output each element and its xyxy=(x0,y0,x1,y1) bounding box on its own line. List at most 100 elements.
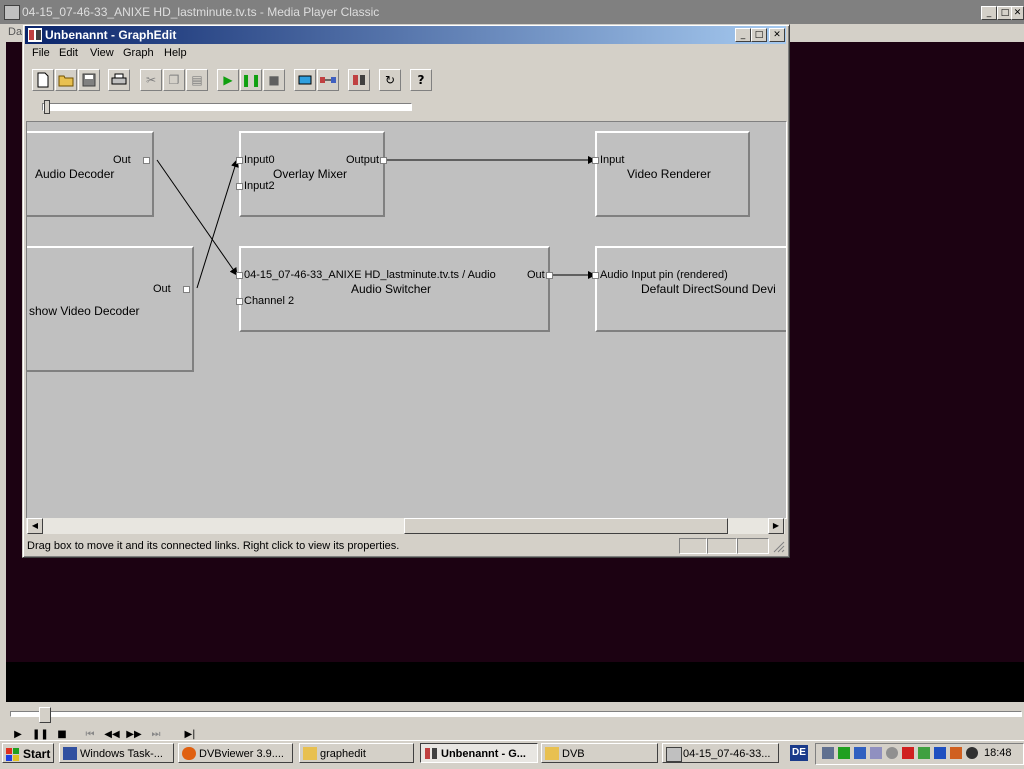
help-icon[interactable]: ? xyxy=(410,69,432,91)
scrollbar-thumb[interactable] xyxy=(404,518,728,534)
pin-label: Input0 xyxy=(244,154,275,166)
taskbar-label: Unbenannt - G... xyxy=(441,748,526,760)
maximize-icon[interactable]: □ xyxy=(751,28,767,42)
stop-icon[interactable]: ■ xyxy=(263,69,285,91)
filter-video-decoder[interactable]: show Video Decoder Out xyxy=(27,246,194,372)
close-icon[interactable]: ✕ xyxy=(769,28,785,42)
mpc-title-bar[interactable]: 04-15_07-46-33_ANIXE HD_lastminute.tv.ts… xyxy=(0,0,1024,24)
video-area-lower xyxy=(6,662,1024,702)
filter-name: Audio Decoder xyxy=(35,167,115,181)
tray-clock-icon[interactable] xyxy=(966,747,978,759)
minimize-icon[interactable]: _ xyxy=(735,28,751,42)
filter-video-renderer[interactable]: Input Video Renderer xyxy=(592,131,750,217)
taskbar-dvb-folder[interactable]: DVB xyxy=(541,743,658,763)
output-pin[interactable] xyxy=(183,286,190,293)
seek-bar[interactable] xyxy=(10,711,1022,717)
print-icon[interactable] xyxy=(108,69,130,91)
filter-name: Default DirectSound Devi xyxy=(641,282,776,296)
menu-graph[interactable]: Graph xyxy=(123,47,154,59)
new-icon[interactable] xyxy=(32,69,54,91)
input-pin[interactable] xyxy=(236,183,243,190)
seek-slider[interactable] xyxy=(42,103,412,111)
filter-directsound[interactable]: Audio Input pin (rendered) Default Direc… xyxy=(592,246,786,332)
menu-file[interactable]: File xyxy=(32,47,50,59)
input-pin[interactable] xyxy=(592,272,599,279)
paste-icon[interactable]: ▤ xyxy=(186,69,208,91)
refresh-icon[interactable]: ↻ xyxy=(379,69,401,91)
status-panel xyxy=(707,538,737,554)
tray-app-icon[interactable] xyxy=(870,747,882,759)
tray-network-icon[interactable] xyxy=(822,747,834,759)
tray-disc-icon[interactable] xyxy=(886,747,898,759)
taskbar-label: 04-15_07-46-33... xyxy=(683,748,771,760)
minimize-icon[interactable]: _ xyxy=(981,6,997,20)
graphedit-title-bar[interactable]: Unbenannt - GraphEdit xyxy=(25,26,786,44)
mpc-menu-file[interactable]: Da xyxy=(8,26,22,38)
tray-media-icon[interactable] xyxy=(950,747,962,759)
copy-icon[interactable]: ❐ xyxy=(163,69,185,91)
status-text: Drag box to move it and its connected li… xyxy=(27,540,400,552)
filter-overlay-mixer[interactable]: Input0 Input2 Overlay Mixer Output xyxy=(236,131,387,217)
tray-status-icon[interactable] xyxy=(838,747,850,759)
input-pin[interactable] xyxy=(236,272,243,279)
pin-label: Out xyxy=(113,154,131,166)
output-pin[interactable] xyxy=(143,157,150,164)
status-bar: Drag box to move it and its connected li… xyxy=(25,537,786,555)
output-pin[interactable] xyxy=(380,157,387,164)
tray-security-icon[interactable] xyxy=(902,747,914,759)
clock[interactable]: 18:48 xyxy=(984,747,1012,759)
taskbar-media-player[interactable]: 04-15_07-46-33... xyxy=(662,743,779,763)
menu-view[interactable]: View xyxy=(90,47,114,59)
filter-name: Audio Switcher xyxy=(351,282,432,296)
resize-grip-icon[interactable] xyxy=(773,541,785,553)
pin-label: Input2 xyxy=(244,180,275,192)
menu-help[interactable]: Help xyxy=(164,47,187,59)
filter-name: Overlay Mixer xyxy=(273,167,348,181)
input-pin[interactable] xyxy=(236,157,243,164)
folder-icon xyxy=(303,747,317,760)
pause-icon[interactable]: ❚❚ xyxy=(240,69,262,91)
seek-icon[interactable] xyxy=(294,69,316,91)
taskbar-dvbviewer[interactable]: DVBviewer 3.9.... xyxy=(178,743,293,763)
graphedit-icon xyxy=(28,28,42,42)
tray-download-icon[interactable] xyxy=(918,747,930,759)
windows-logo-icon xyxy=(6,747,20,761)
start-button[interactable]: Start xyxy=(2,743,54,763)
output-pin[interactable] xyxy=(546,272,553,279)
save-icon[interactable] xyxy=(78,69,100,91)
taskbar-graphedit-folder[interactable]: graphedit xyxy=(299,743,414,763)
graphedit-icon xyxy=(424,747,438,760)
open-icon[interactable] xyxy=(55,69,77,91)
taskbar-graphedit-window[interactable]: Unbenannt - G... xyxy=(420,743,538,763)
tray-monitor-icon[interactable] xyxy=(854,747,866,759)
seek-thumb[interactable] xyxy=(39,707,51,723)
firefox-icon xyxy=(182,747,196,760)
filter-audio-switcher[interactable]: 04-15_07-46-33_ANIXE HD_lastminute.tv.ts… xyxy=(236,246,553,332)
filter-name: show Video Decoder xyxy=(29,304,140,318)
tray-bluetooth-icon[interactable] xyxy=(934,747,946,759)
menu-edit[interactable]: Edit xyxy=(59,47,78,59)
media-player-icon xyxy=(4,5,20,20)
pin-label: Input xyxy=(600,154,625,166)
input-pin[interactable] xyxy=(592,157,599,164)
task-manager-icon xyxy=(63,747,77,760)
connect-icon[interactable] xyxy=(317,69,339,91)
scroll-right-icon[interactable]: ▶ xyxy=(768,518,784,534)
cut-icon[interactable]: ✂ xyxy=(140,69,162,91)
filter-name: Video Renderer xyxy=(627,167,711,181)
seek-slider-thumb[interactable] xyxy=(44,100,50,114)
close-icon[interactable]: ✕ xyxy=(1011,6,1024,20)
folder-icon xyxy=(545,747,559,760)
taskbar-task-manager[interactable]: Windows Task-... xyxy=(59,743,174,763)
language-indicator[interactable]: DE xyxy=(790,745,808,761)
filter-icon[interactable] xyxy=(348,69,370,91)
input-pin[interactable] xyxy=(236,298,243,305)
play-icon[interactable]: ▶ xyxy=(217,69,239,91)
start-label: Start xyxy=(23,747,51,761)
taskbar-label: DVBviewer 3.9.... xyxy=(199,748,284,760)
graph-canvas[interactable]: Audio Decoder Out Input0 Input2 Overlay … xyxy=(26,121,787,519)
scroll-left-icon[interactable]: ◀ xyxy=(27,518,43,534)
taskbar-label: Windows Task-... xyxy=(80,748,163,760)
filter-audio-decoder[interactable]: Audio Decoder Out xyxy=(27,131,154,217)
pin-label: 04-15_07-46-33_ANIXE HD_lastminute.tv.ts… xyxy=(244,269,496,281)
